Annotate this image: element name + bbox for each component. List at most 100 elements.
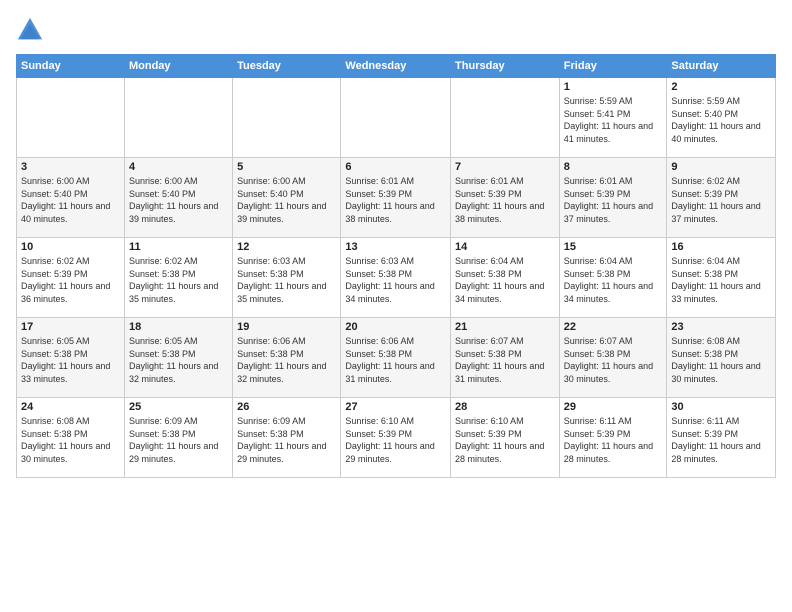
calendar-cell: 14Sunrise: 6:04 AM Sunset: 5:38 PM Dayli… bbox=[451, 238, 560, 318]
day-info: Sunrise: 6:01 AM Sunset: 5:39 PM Dayligh… bbox=[455, 175, 555, 225]
day-info: Sunrise: 6:07 AM Sunset: 5:38 PM Dayligh… bbox=[564, 335, 663, 385]
logo-icon bbox=[16, 16, 44, 44]
calendar-day-header: Tuesday bbox=[233, 55, 341, 78]
day-number: 22 bbox=[564, 321, 663, 333]
calendar-cell: 16 Sunrise: 6:04 AM Sunset: 5:38 PM Dayli… bbox=[667, 238, 776, 318]
calendar-cell: 3 Sunrise: 6:00 AM Sunset: 5:40 PM Daylig… bbox=[17, 158, 125, 238]
calendar-cell: 19 Sunrise: 6:06 AM Sunset: 5:38 PM Dayli… bbox=[233, 318, 341, 398]
day-number: 17 bbox=[21, 321, 120, 333]
calendar-cell bbox=[341, 78, 451, 158]
day-number: 4 bbox=[129, 161, 228, 173]
calendar-cell bbox=[233, 78, 341, 158]
calendar-cell: 6 Sunrise: 6:01 AM Sunset: 5:39 PM Daylig… bbox=[341, 158, 451, 238]
day-info: Sunrise: 6:08 AM Sunset: 5:38 PM Dayligh… bbox=[671, 335, 771, 385]
calendar-cell: 22 Sunrise: 6:07 AM Sunset: 5:38 PM Dayli… bbox=[559, 318, 667, 398]
day-info: Sunrise: 6:10 AM Sunset: 5:39 PM Dayligh… bbox=[345, 415, 446, 465]
page-header bbox=[16, 16, 776, 44]
calendar-cell: 10 Sunrise: 6:02 AM Sunset: 5:39 PM Dayli… bbox=[17, 238, 125, 318]
day-number: 2 bbox=[671, 81, 771, 93]
calendar-cell: 1 Sunrise: 5:59 AM Sunset: 5:41 PM Daylig… bbox=[559, 78, 667, 158]
day-number: 24 bbox=[21, 401, 120, 413]
day-info: Sunrise: 6:03 AM Sunset: 5:38 PM Dayligh… bbox=[345, 255, 446, 305]
day-number: 14 bbox=[455, 241, 555, 253]
day-info: Sunrise: 6:02 AM Sunset: 5:38 PM Dayligh… bbox=[129, 255, 228, 305]
calendar-cell bbox=[17, 78, 125, 158]
day-number: 1 bbox=[564, 81, 663, 93]
calendar-cell: 29Sunrise: 6:11 AM Sunset: 5:39 PM Dayli… bbox=[559, 398, 667, 478]
day-info: Sunrise: 5:59 AM Sunset: 5:40 PM Dayligh… bbox=[671, 95, 771, 145]
calendar-day-header: Friday bbox=[559, 55, 667, 78]
day-info: Sunrise: 6:02 AM Sunset: 5:39 PM Dayligh… bbox=[21, 255, 120, 305]
calendar-day-header: Monday bbox=[124, 55, 232, 78]
day-number: 3 bbox=[21, 161, 120, 173]
day-number: 13 bbox=[345, 241, 446, 253]
day-info: Sunrise: 6:02 AM Sunset: 5:39 PM Dayligh… bbox=[671, 175, 771, 225]
calendar-cell: 27Sunrise: 6:10 AM Sunset: 5:39 PM Dayli… bbox=[341, 398, 451, 478]
day-info: Sunrise: 6:09 AM Sunset: 5:38 PM Dayligh… bbox=[129, 415, 228, 465]
day-number: 12 bbox=[237, 241, 336, 253]
calendar-cell: 24 Sunrise: 6:08 AM Sunset: 5:38 PM Dayli… bbox=[17, 398, 125, 478]
day-number: 18 bbox=[129, 321, 228, 333]
calendar-cell: 25Sunrise: 6:09 AM Sunset: 5:38 PM Dayli… bbox=[124, 398, 232, 478]
calendar-day-header: Wednesday bbox=[341, 55, 451, 78]
day-number: 19 bbox=[237, 321, 336, 333]
day-number: 6 bbox=[345, 161, 446, 173]
day-info: Sunrise: 6:06 AM Sunset: 5:38 PM Dayligh… bbox=[237, 335, 336, 385]
day-number: 28 bbox=[455, 401, 555, 413]
day-info: Sunrise: 6:10 AM Sunset: 5:39 PM Dayligh… bbox=[455, 415, 555, 465]
calendar-cell: 11 Sunrise: 6:02 AM Sunset: 5:38 PM Dayli… bbox=[124, 238, 232, 318]
calendar-cell: 28 Sunrise: 6:10 AM Sunset: 5:39 PM Dayli… bbox=[451, 398, 560, 478]
calendar-cell: 13 Sunrise: 6:03 AM Sunset: 5:38 PM Dayli… bbox=[341, 238, 451, 318]
calendar-cell: 26Sunrise: 6:09 AM Sunset: 5:38 PM Dayli… bbox=[233, 398, 341, 478]
calendar-cell bbox=[451, 78, 560, 158]
calendar-day-header: Saturday bbox=[667, 55, 776, 78]
day-number: 16 bbox=[671, 241, 771, 253]
day-info: Sunrise: 6:01 AM Sunset: 5:39 PM Dayligh… bbox=[564, 175, 663, 225]
calendar-day-header: Sunday bbox=[17, 55, 125, 78]
calendar-table: SundayMondayTuesdayWednesdayThursdayFrid… bbox=[16, 54, 776, 478]
calendar-cell: 17Sunrise: 6:05 AM Sunset: 5:38 PM Dayli… bbox=[17, 318, 125, 398]
day-number: 15 bbox=[564, 241, 663, 253]
day-number: 20 bbox=[345, 321, 446, 333]
calendar-cell: 5 Sunrise: 6:00 AM Sunset: 5:40 PM Daylig… bbox=[233, 158, 341, 238]
day-info: Sunrise: 6:04 AM Sunset: 5:38 PM Dayligh… bbox=[564, 255, 663, 305]
day-info: Sunrise: 6:03 AM Sunset: 5:38 PM Dayligh… bbox=[237, 255, 336, 305]
day-number: 7 bbox=[455, 161, 555, 173]
calendar-week-row: 24 Sunrise: 6:08 AM Sunset: 5:38 PM Dayli… bbox=[17, 398, 776, 478]
day-number: 11 bbox=[129, 241, 228, 253]
calendar-cell: 18 Sunrise: 6:05 AM Sunset: 5:38 PM Dayli… bbox=[124, 318, 232, 398]
calendar-cell: 8Sunrise: 6:01 AM Sunset: 5:39 PM Daylig… bbox=[559, 158, 667, 238]
calendar-week-row: 1 Sunrise: 5:59 AM Sunset: 5:41 PM Daylig… bbox=[17, 78, 776, 158]
day-number: 21 bbox=[455, 321, 555, 333]
calendar-cell: 2 Sunrise: 5:59 AM Sunset: 5:40 PM Daylig… bbox=[667, 78, 776, 158]
day-info: Sunrise: 6:00 AM Sunset: 5:40 PM Dayligh… bbox=[237, 175, 336, 225]
day-info: Sunrise: 6:05 AM Sunset: 5:38 PM Dayligh… bbox=[129, 335, 228, 385]
day-info: Sunrise: 6:08 AM Sunset: 5:38 PM Dayligh… bbox=[21, 415, 120, 465]
day-info: Sunrise: 6:11 AM Sunset: 5:39 PM Dayligh… bbox=[564, 415, 663, 465]
day-info: Sunrise: 6:01 AM Sunset: 5:39 PM Dayligh… bbox=[345, 175, 446, 225]
calendar-cell: 15 Sunrise: 6:04 AM Sunset: 5:38 PM Dayli… bbox=[559, 238, 667, 318]
day-info: Sunrise: 6:11 AM Sunset: 5:39 PM Dayligh… bbox=[671, 415, 771, 465]
calendar-day-header: Thursday bbox=[451, 55, 560, 78]
calendar-week-row: 3 Sunrise: 6:00 AM Sunset: 5:40 PM Daylig… bbox=[17, 158, 776, 238]
day-info: Sunrise: 6:09 AM Sunset: 5:38 PM Dayligh… bbox=[237, 415, 336, 465]
page-container: SundayMondayTuesdayWednesdayThursdayFrid… bbox=[0, 0, 792, 486]
calendar-week-row: 10 Sunrise: 6:02 AM Sunset: 5:39 PM Dayli… bbox=[17, 238, 776, 318]
calendar-cell: 30 Sunrise: 6:11 AM Sunset: 5:39 PM Dayli… bbox=[667, 398, 776, 478]
calendar-cell: 12 Sunrise: 6:03 AM Sunset: 5:38 PM Dayli… bbox=[233, 238, 341, 318]
calendar-cell: 20Sunrise: 6:06 AM Sunset: 5:38 PM Dayli… bbox=[341, 318, 451, 398]
calendar-cell: 23 Sunrise: 6:08 AM Sunset: 5:38 PM Dayli… bbox=[667, 318, 776, 398]
calendar-week-row: 17 Sunrise: 6:05 AM Sunset: 5:38 PM Dayli… bbox=[17, 318, 776, 398]
day-info: Sunrise: 6:00 AM Sunset: 5:40 PM Dayligh… bbox=[21, 175, 120, 225]
day-info: Sunrise: 6:00 AM Sunset: 5:40 PM Dayligh… bbox=[129, 175, 228, 225]
calendar-cell: 9 Sunrise: 6:02 AM Sunset: 5:39 PM Daylig… bbox=[667, 158, 776, 238]
day-number: 30 bbox=[671, 401, 771, 413]
day-number: 23 bbox=[671, 321, 771, 333]
day-info: Sunrise: 6:04 AM Sunset: 5:38 PM Dayligh… bbox=[671, 255, 771, 305]
calendar-header-row: SundayMondayTuesdayWednesdayThursdayFrid… bbox=[17, 55, 776, 78]
day-number: 5 bbox=[237, 161, 336, 173]
day-number: 10 bbox=[21, 241, 120, 253]
logo bbox=[16, 16, 48, 44]
day-info: Sunrise: 5:59 AM Sunset: 5:41 PM Dayligh… bbox=[564, 95, 663, 145]
day-number: 9 bbox=[671, 161, 771, 173]
